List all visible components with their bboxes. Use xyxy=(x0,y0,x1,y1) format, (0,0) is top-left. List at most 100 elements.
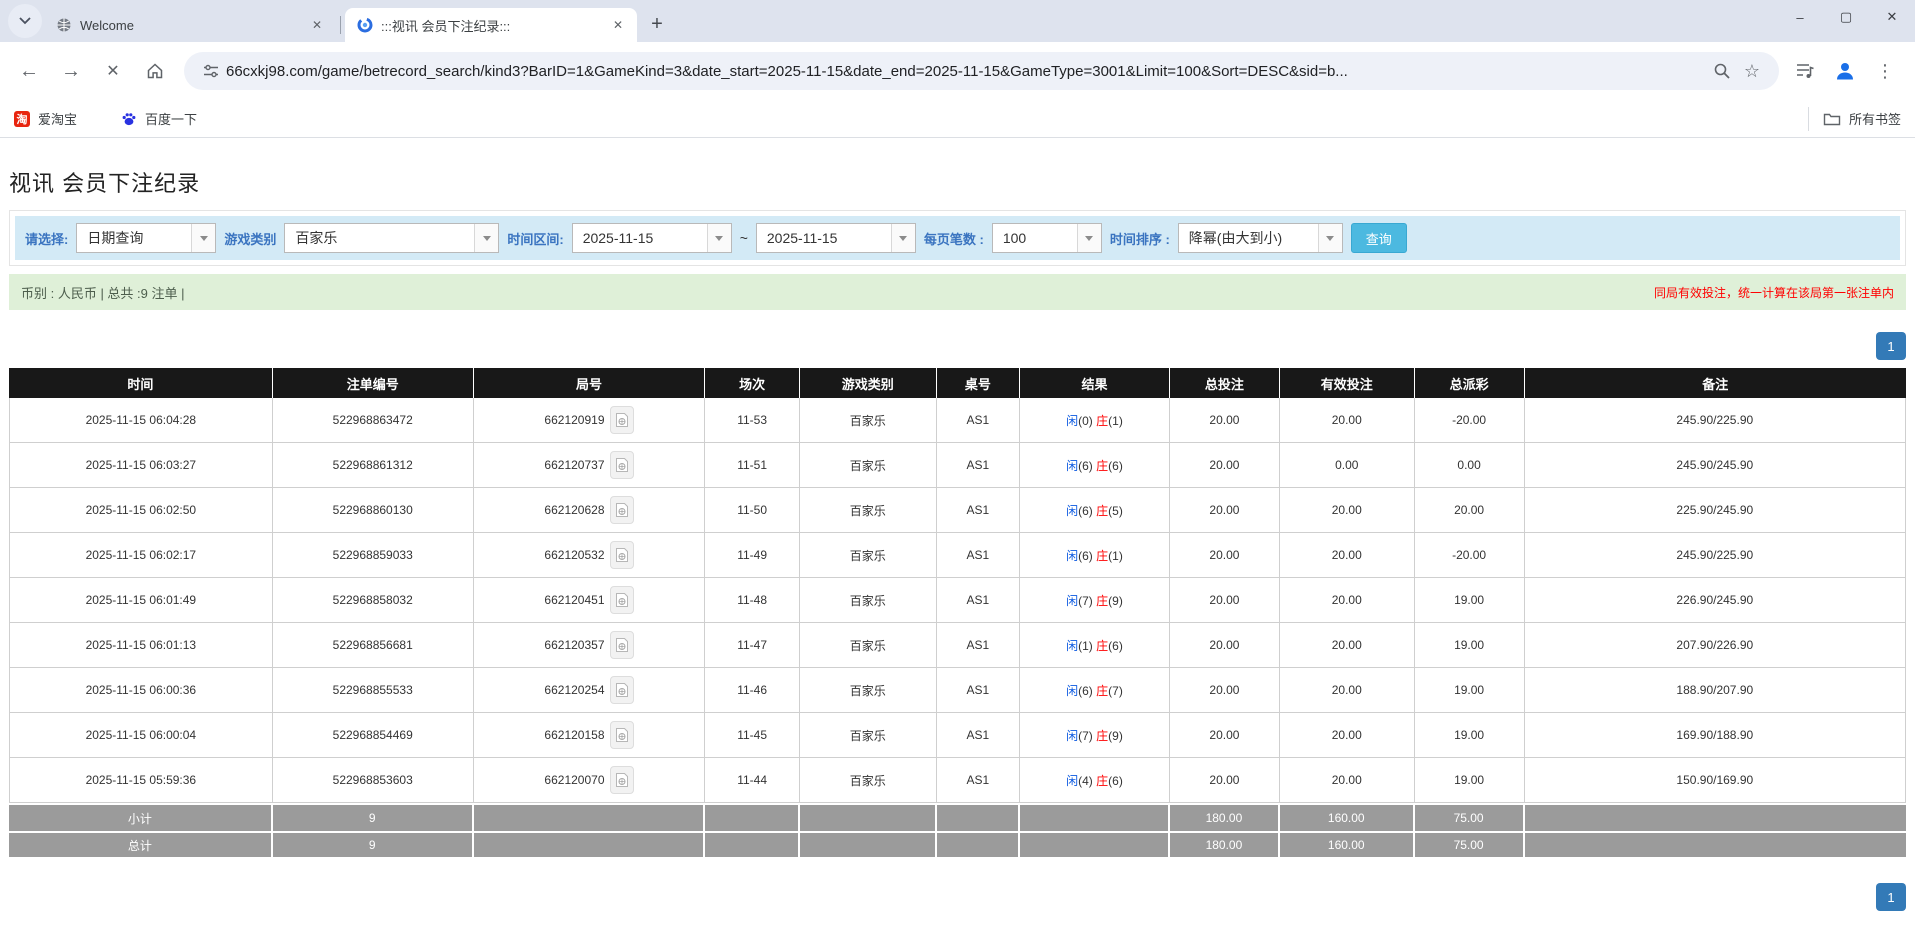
game-type: 百家乐 xyxy=(800,578,937,623)
tab-search-button[interactable] xyxy=(8,4,42,38)
player-label: 闲 xyxy=(1066,549,1078,563)
table-row: 2025-11-15 06:02:17 522968859033 6621205… xyxy=(9,533,1906,578)
window-close-button[interactable]: ✕ xyxy=(1869,0,1915,34)
chevron-down-icon[interactable] xyxy=(1318,224,1342,252)
tab-title: :::视讯 会员下注纪录::: xyxy=(381,16,601,35)
total-payout: 75.00 xyxy=(1415,831,1525,859)
stop-button[interactable]: ✕ xyxy=(94,52,132,90)
player-label: 闲 xyxy=(1066,684,1078,698)
date-range-label: 时间区间: xyxy=(507,229,563,248)
valid-bet: 20.00 xyxy=(1280,623,1415,668)
session-number: 11-44 xyxy=(705,758,800,803)
minimize-button[interactable]: – xyxy=(1777,0,1823,34)
bookmark-aitaobao[interactable]: 淘 爱淘宝 xyxy=(14,109,77,128)
chevron-down-icon[interactable] xyxy=(191,224,215,252)
col-result: 结果 xyxy=(1020,368,1170,398)
url-text[interactable]: 66cxkj98.com/game/betrecord_search/kind3… xyxy=(226,63,1707,80)
video-icon xyxy=(615,457,629,473)
banker-label: 庄 xyxy=(1096,684,1108,698)
new-tab-button[interactable]: + xyxy=(643,10,671,38)
date-start-value: 2025-11-15 xyxy=(573,224,707,252)
chevron-down-icon[interactable] xyxy=(474,224,498,252)
bet-id: 522968858032 xyxy=(273,578,474,623)
zoom-icon[interactable] xyxy=(1707,56,1737,86)
bet-time: 2025-11-15 06:00:04 xyxy=(9,713,273,758)
game-type-select[interactable]: 百家乐 xyxy=(284,223,499,253)
valid-bet: 20.00 xyxy=(1280,713,1415,758)
select-type-label: 请选择: xyxy=(25,229,68,248)
filter-bar: 请选择: 日期查询 游戏类别 百家乐 时间区间: 2025-11-15 ~ 20… xyxy=(15,216,1900,260)
table-row: 2025-11-15 06:01:49 522968858032 6621204… xyxy=(9,578,1906,623)
chevron-down-icon[interactable] xyxy=(707,224,731,252)
range-tilde: ~ xyxy=(740,230,748,246)
game-type: 百家乐 xyxy=(800,533,937,578)
avatar-icon xyxy=(1834,60,1856,82)
time-sort-select[interactable]: 降幂(由大到小) xyxy=(1178,223,1343,253)
chevron-down-icon[interactable] xyxy=(891,224,915,252)
close-icon[interactable]: ✕ xyxy=(308,16,326,34)
all-bookmarks-button[interactable]: 所有书签 xyxy=(1808,107,1901,131)
page-1-button[interactable]: 1 xyxy=(1876,883,1906,911)
chevron-down-icon[interactable] xyxy=(1077,224,1101,252)
player-label: 闲 xyxy=(1066,504,1078,518)
session-number: 11-47 xyxy=(705,623,800,668)
tab-strip: Welcome ✕ :::视讯 会员下注纪录::: ✕ + – ▢ ✕ xyxy=(0,0,1915,42)
session-number: 11-45 xyxy=(705,713,800,758)
maximize-button[interactable]: ▢ xyxy=(1823,0,1869,34)
col-round: 局号 xyxy=(474,368,705,398)
tab-welcome[interactable]: Welcome ✕ xyxy=(44,8,336,42)
valid-bet: 20.00 xyxy=(1280,398,1415,443)
bet-time: 2025-11-15 06:04:28 xyxy=(9,398,273,443)
per-page-select[interactable]: 100 xyxy=(992,223,1102,253)
video-replay-button[interactable] xyxy=(610,496,634,524)
url-bar[interactable]: 66cxkj98.com/game/betrecord_search/kind3… xyxy=(184,52,1779,90)
col-game-type: 游戏类别 xyxy=(800,368,937,398)
browser-toolbar: ← → ✕ 66cxkj98.com/game/betrecord_search… xyxy=(0,42,1915,100)
remark: 188.90/207.90 xyxy=(1525,668,1906,713)
page-1-button[interactable]: 1 xyxy=(1876,332,1906,360)
session-number: 11-46 xyxy=(705,668,800,713)
payout: 19.00 xyxy=(1415,713,1525,758)
player-label: 闲 xyxy=(1066,639,1078,653)
bet-id: 522968855533 xyxy=(273,668,474,713)
close-icon[interactable]: ✕ xyxy=(609,16,627,34)
video-replay-button[interactable] xyxy=(610,586,634,614)
video-icon xyxy=(615,592,629,608)
profile-avatar[interactable] xyxy=(1829,55,1861,87)
round-number: 662120532 xyxy=(474,533,705,578)
video-icon xyxy=(615,547,629,563)
total-bet: 20.00 xyxy=(1170,758,1280,803)
forward-button[interactable]: → xyxy=(52,52,90,90)
game-type: 百家乐 xyxy=(800,398,937,443)
tab-bet-records[interactable]: :::视讯 会员下注纪录::: ✕ xyxy=(345,8,637,42)
bookmark-star-icon[interactable]: ☆ xyxy=(1737,56,1767,86)
back-button[interactable]: ← xyxy=(10,52,48,90)
session-number: 11-49 xyxy=(705,533,800,578)
video-replay-button[interactable] xyxy=(610,406,634,434)
bet-records-table: 时间 注单编号 局号 场次 游戏类别 桌号 结果 总投注 有效投注 总派彩 备注… xyxy=(9,368,1906,859)
video-replay-button[interactable] xyxy=(610,721,634,749)
site-settings-icon[interactable] xyxy=(196,56,226,86)
date-start-select[interactable]: 2025-11-15 xyxy=(572,223,732,253)
browser-menu-button[interactable]: ⋮ xyxy=(1869,55,1901,87)
video-replay-button[interactable] xyxy=(610,541,634,569)
banker-label: 庄 xyxy=(1096,504,1108,518)
video-replay-button[interactable] xyxy=(610,766,634,794)
player-label: 闲 xyxy=(1066,459,1078,473)
search-button[interactable]: 查询 xyxy=(1351,223,1407,253)
remark: 226.90/245.90 xyxy=(1525,578,1906,623)
bookmark-baidu[interactable]: 百度一下 xyxy=(121,109,197,128)
query-type-select[interactable]: 日期查询 xyxy=(76,223,216,253)
video-replay-button[interactable] xyxy=(610,631,634,659)
date-end-select[interactable]: 2025-11-15 xyxy=(756,223,916,253)
home-button[interactable] xyxy=(136,52,174,90)
payout: 0.00 xyxy=(1415,443,1525,488)
total-row: 总计 9 180.00 160.00 75.00 xyxy=(9,831,1906,859)
page-content: 视讯 会员下注纪录 请选择: 日期查询 游戏类别 百家乐 时间区间: 2025-… xyxy=(0,166,1915,911)
home-icon xyxy=(145,61,165,81)
video-replay-button[interactable] xyxy=(610,451,634,479)
time-sort-label: 时间排序 : xyxy=(1110,229,1170,248)
video-replay-button[interactable] xyxy=(610,676,634,704)
subtotal-row: 小计 9 180.00 160.00 75.00 xyxy=(9,803,1906,831)
media-controls-icon[interactable] xyxy=(1789,55,1821,87)
